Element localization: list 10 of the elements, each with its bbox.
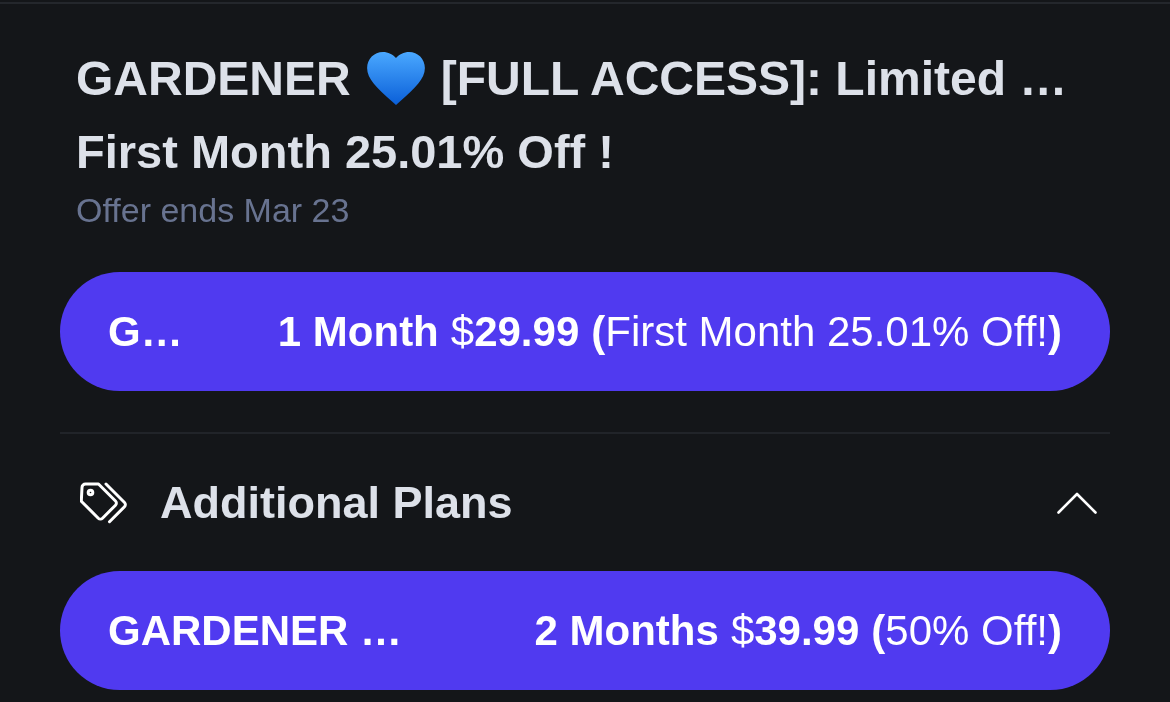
offer-title: [FULL ACCESS]: Limited …: [440, 51, 1068, 107]
section-title: Additional Plans: [160, 476, 513, 529]
chevron-up-icon[interactable]: [1057, 491, 1097, 514]
heart-icon: [366, 52, 425, 105]
offer-title: GARDENER: [76, 51, 351, 107]
plan-button[interactable]: G… 1 Month $29.99 (First Month 25.01% Off!): [60, 272, 1110, 391]
tags-icon: [80, 481, 128, 524]
offer-expiry-text: Offer ends Mar 23: [76, 190, 350, 231]
plan-button[interactable]: GARDENER … 2 Months $39.99 (50% Off!): [60, 571, 1110, 690]
discount-headline: First Month 25.01% Off !: [76, 124, 614, 180]
